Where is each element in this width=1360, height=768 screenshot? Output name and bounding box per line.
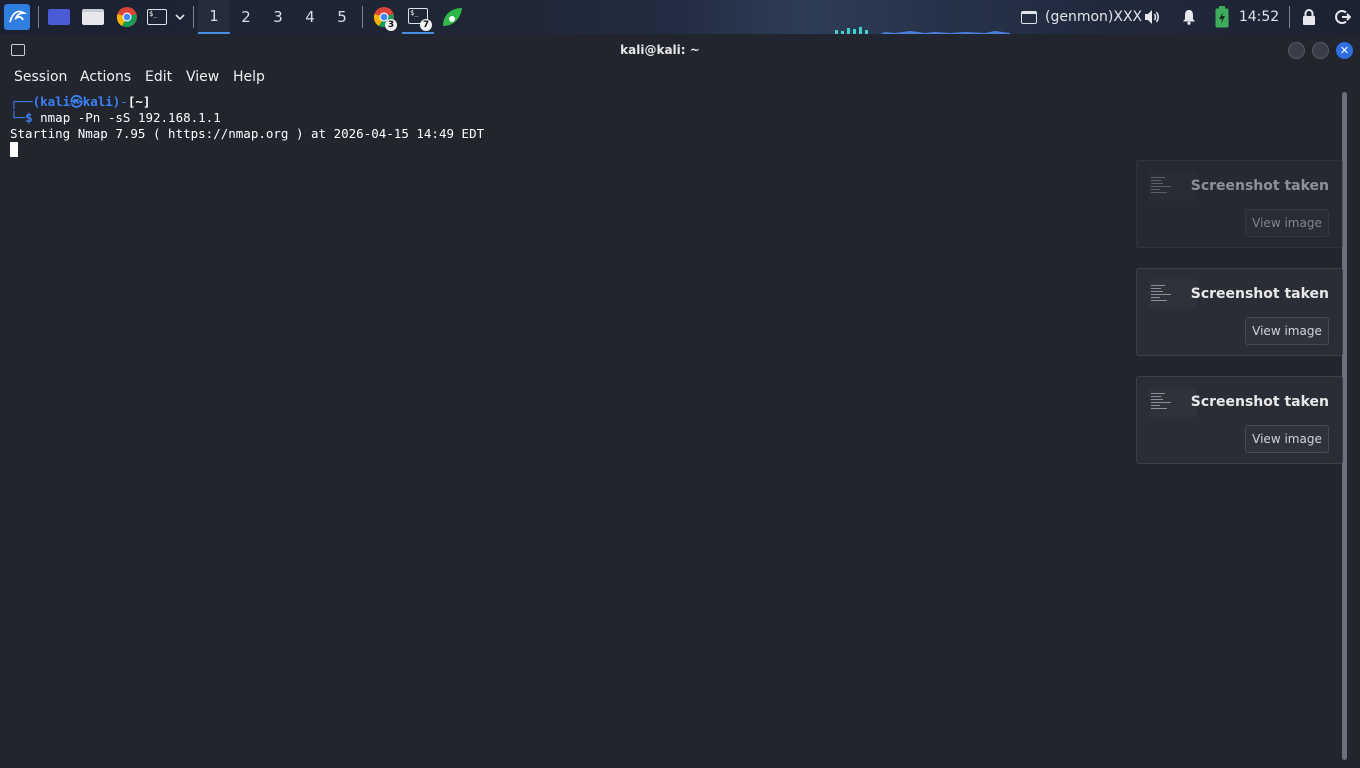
logout-button[interactable]	[1332, 0, 1354, 34]
clock[interactable]: 14:52	[1238, 0, 1280, 34]
terminal-launcher-button[interactable]: $_	[145, 0, 169, 34]
notification-screenshot-3[interactable]: Screenshot taken View image	[1136, 376, 1343, 464]
maximize-button[interactable]	[1312, 42, 1329, 59]
speaker-icon	[1145, 10, 1159, 24]
prompt-dash: -	[120, 94, 128, 109]
prompt-directory: [~]	[127, 94, 151, 109]
panel-separator	[1289, 6, 1290, 28]
prompt-corner: ┌──	[10, 94, 33, 109]
logout-icon	[1335, 10, 1351, 24]
menu-actions[interactable]: Actions	[80, 69, 131, 85]
monitor-icon	[1021, 10, 1037, 24]
close-icon: ✕	[1339, 44, 1350, 57]
prompt-line-2: └─$ nmap -Pn -sS 192.168.1.1	[10, 110, 221, 126]
kali-menu-button[interactable]	[3, 0, 31, 34]
prompt-line-1: ┌──(kali㉿kali)-[~]	[10, 94, 150, 110]
chrome-window-count-badge: 3	[385, 19, 397, 31]
notification-screenshot-2[interactable]: Screenshot taken View image	[1136, 268, 1343, 356]
leaf-app-icon	[443, 8, 462, 26]
taskbar-terminal-button[interactable]: $_ 7	[402, 0, 434, 34]
panel-separator	[362, 6, 363, 28]
chrome-launcher-button[interactable]	[114, 0, 140, 34]
file-manager-button[interactable]	[80, 0, 106, 34]
window-title: kali@kali: ~	[620, 43, 700, 57]
view-image-button[interactable]: View image	[1245, 317, 1329, 345]
command-text: nmap -Pn -sS 192.168.1.1	[32, 110, 221, 125]
launcher-dropdown-button[interactable]	[172, 0, 188, 34]
prompt-user-host: (kali㉿kali)	[32, 94, 121, 109]
view-image-button[interactable]: View image	[1245, 209, 1329, 237]
folder-icon	[82, 9, 104, 25]
minimize-button[interactable]	[1288, 42, 1305, 59]
workspace-5[interactable]: 5	[326, 0, 358, 34]
desktop-icon	[48, 9, 70, 25]
notification-title: Screenshot taken	[1190, 394, 1329, 410]
display-settings-button[interactable]	[1018, 0, 1040, 34]
menu-help[interactable]: Help	[233, 69, 265, 85]
terminal-window-count-badge: 7	[420, 19, 432, 31]
terminal-icon: $_	[147, 9, 167, 25]
panel-separator	[38, 6, 39, 28]
lock-screen-button[interactable]	[1298, 0, 1320, 34]
taskbar-app-button[interactable]	[438, 0, 466, 34]
close-button[interactable]: ✕	[1336, 42, 1353, 59]
bell-icon	[1183, 10, 1195, 25]
notification-title: Screenshot taken	[1190, 286, 1329, 302]
workspace-3[interactable]: 3	[262, 0, 294, 34]
lock-icon	[1303, 9, 1315, 25]
workspace-1[interactable]: 1	[198, 0, 230, 34]
chrome-icon	[116, 7, 137, 28]
show-desktop-button[interactable]	[46, 0, 72, 34]
notification-title: Screenshot taken	[1190, 178, 1329, 194]
view-image-button[interactable]: View image	[1245, 425, 1329, 453]
genmon-text: (genmon)XXX	[1045, 9, 1143, 25]
workspace-2[interactable]: 2	[230, 0, 262, 34]
prompt-symbol: $	[25, 110, 33, 125]
volume-button[interactable]	[1141, 0, 1163, 34]
text-cursor	[10, 142, 18, 157]
battery-charging-icon	[1215, 6, 1229, 28]
battery-button[interactable]	[1211, 0, 1233, 34]
panel-separator	[193, 6, 194, 28]
prompt-end: └─	[10, 110, 26, 125]
output-line: Starting Nmap 7.95 ( https://nmap.org ) …	[10, 126, 485, 141]
menu-view[interactable]: View	[186, 69, 219, 85]
cpu-graph	[835, 27, 1010, 34]
menu-bar: Session Actions Edit View Help	[0, 66, 1360, 90]
genmon-widget[interactable]: (genmon)XXX	[1045, 0, 1142, 34]
notifications-button[interactable]	[1178, 0, 1200, 34]
taskbar-chrome-button[interactable]: 3	[369, 0, 399, 34]
clock-time: 14:52	[1238, 9, 1280, 25]
top-panel: $_ 1 2 3 4 5 3 $_ 7 (genmon)XXX 14:52	[0, 0, 1360, 34]
notification-screenshot-1[interactable]: Screenshot taken View image	[1136, 160, 1343, 248]
kali-dragon-icon	[4, 4, 30, 30]
menu-edit[interactable]: Edit	[145, 69, 172, 85]
menu-session[interactable]: Session	[14, 69, 67, 85]
chevron-down-icon	[175, 14, 185, 21]
workspace-4[interactable]: 4	[294, 0, 326, 34]
window-titlebar[interactable]: kali@kali: ~ ✕	[0, 34, 1360, 66]
